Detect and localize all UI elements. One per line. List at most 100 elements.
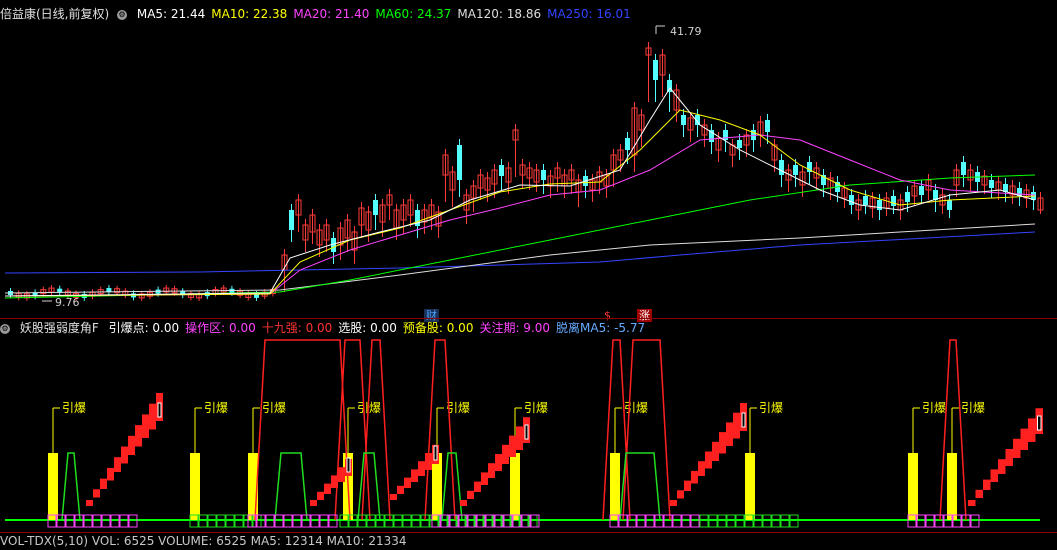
moving-average-lines <box>4 87 1036 299</box>
candlestick-series <box>8 42 1044 301</box>
stair-block <box>121 446 128 464</box>
signal-label: 引爆 <box>262 401 286 415</box>
chart-canvas[interactable]: 引爆 引爆 引爆 引爆 引爆 引爆 引爆 引爆 引爆 引爆 41.79 9.76 <box>0 0 1057 538</box>
stair-block <box>691 470 698 484</box>
candle-body <box>919 186 924 195</box>
stair-cursor <box>433 445 438 461</box>
candle-body <box>289 210 294 230</box>
stair-block <box>425 453 432 470</box>
stair-block <box>86 500 93 506</box>
signal-bar <box>48 453 58 520</box>
stair-block <box>705 451 712 469</box>
candle-body <box>905 192 910 202</box>
stair-block <box>460 500 467 506</box>
signal-bar <box>510 453 520 520</box>
stair-block <box>495 454 502 471</box>
stair-block <box>107 467 114 481</box>
signal-bar <box>908 453 918 520</box>
settings-icon[interactable]: ⚙ <box>117 9 128 20</box>
strength-trace <box>622 339 671 521</box>
signal-bar <box>190 453 200 520</box>
stair-block <box>509 435 516 457</box>
zone-trace <box>274 452 308 521</box>
stair-block <box>502 444 509 464</box>
indicator-value-2: 十九强: 0.00 <box>261 321 333 335</box>
ma120-line <box>4 223 1036 294</box>
stair-block <box>149 403 156 430</box>
candle-body <box>891 196 896 206</box>
stair-cursor <box>524 424 529 440</box>
stair-block <box>733 412 740 439</box>
stair-block <box>726 422 733 446</box>
stair-block <box>338 467 345 482</box>
indicator-title: 妖股强弱度角F <box>19 321 99 335</box>
stair-block <box>968 500 976 506</box>
strength-trace <box>361 339 391 521</box>
signal-label: 引爆 <box>624 401 648 415</box>
candle-body <box>373 200 378 215</box>
stair-block <box>684 480 691 491</box>
ma-value-1: MA10: 22.38 <box>211 7 288 21</box>
indicator-panel-header: ⚙ 妖股强弱度角F 引爆点: 0.00 操作区: 0.00 十九强: 0.00 选股:… <box>0 319 657 337</box>
candle-body <box>765 120 770 132</box>
stair-block <box>1005 449 1013 466</box>
indicator-value-6: 脱离MA5: -5.77 <box>556 321 646 335</box>
ma250-line <box>4 231 1036 274</box>
signal-label: 引爆 <box>759 401 783 415</box>
candle-body <box>989 180 994 188</box>
stair-block <box>712 441 719 461</box>
stair-cursor <box>346 457 351 473</box>
indicator-value-4: 预备股: 0.00 <box>402 321 474 335</box>
low-price-label: 9.76 <box>55 296 80 309</box>
stair-block <box>975 489 983 498</box>
stair-block <box>418 461 425 476</box>
stair-block <box>1013 438 1021 458</box>
stair-block <box>135 425 142 447</box>
stair-block <box>670 500 677 506</box>
signal-bar <box>610 453 620 520</box>
stair-block <box>142 414 149 438</box>
stair-block <box>397 485 404 494</box>
signal-bar <box>745 453 755 520</box>
stair-block <box>390 494 397 500</box>
stair-block <box>698 461 705 476</box>
candle-body <box>737 140 742 148</box>
ma60-line <box>4 174 1036 299</box>
stair-block <box>488 463 495 478</box>
signal-label: 引爆 <box>204 401 228 415</box>
signal-bar <box>947 453 957 520</box>
ma-value-3: MA60: 24.37 <box>375 7 452 21</box>
stair-block <box>481 472 488 485</box>
indicator-value-3: 选股: 0.00 <box>338 321 397 335</box>
stair-block <box>516 426 523 450</box>
stair-cursor <box>741 412 746 428</box>
candle-body <box>877 200 882 210</box>
ma-value-0: MA5: 21.44 <box>136 7 206 21</box>
main-panel-header: 倍益康(日线,前复权) ⚙ MA5: 21.44 MA10: 22.38 MA20:… <box>0 5 643 23</box>
stair-block <box>404 477 411 488</box>
candle-body <box>793 165 798 175</box>
stair-block <box>317 491 324 500</box>
stair-block <box>100 478 107 489</box>
candle-body <box>457 145 462 180</box>
stair-block <box>310 500 317 506</box>
candle-body <box>779 160 784 175</box>
volume-text: VOL-TDX(5,10) VOL: 6525 VOLUME: 6525 MA5… <box>0 534 407 548</box>
zone-trace <box>61 452 81 521</box>
candle-body <box>947 200 952 210</box>
signal-label: 引爆 <box>922 401 946 415</box>
stair-block <box>411 469 418 482</box>
volume-panel-header: VOL-TDX(5,10) VOL: 6525 VOLUME: 6525 MA5… <box>0 532 413 550</box>
stair-block <box>677 490 684 499</box>
stair-block <box>983 479 991 490</box>
candle-body <box>961 162 966 175</box>
stock-title: 倍益康(日线,前复权) <box>0 7 110 21</box>
settings-icon[interactable]: ⚙ <box>0 323 10 334</box>
ma-value-5: MA250: 16.01 <box>547 7 631 21</box>
high-price-label: 41.79 <box>670 25 702 38</box>
stair-block <box>1028 418 1036 442</box>
candle-body <box>863 196 868 205</box>
stair-block <box>719 432 726 454</box>
stair-block <box>1020 428 1028 450</box>
candle-body <box>541 170 546 180</box>
